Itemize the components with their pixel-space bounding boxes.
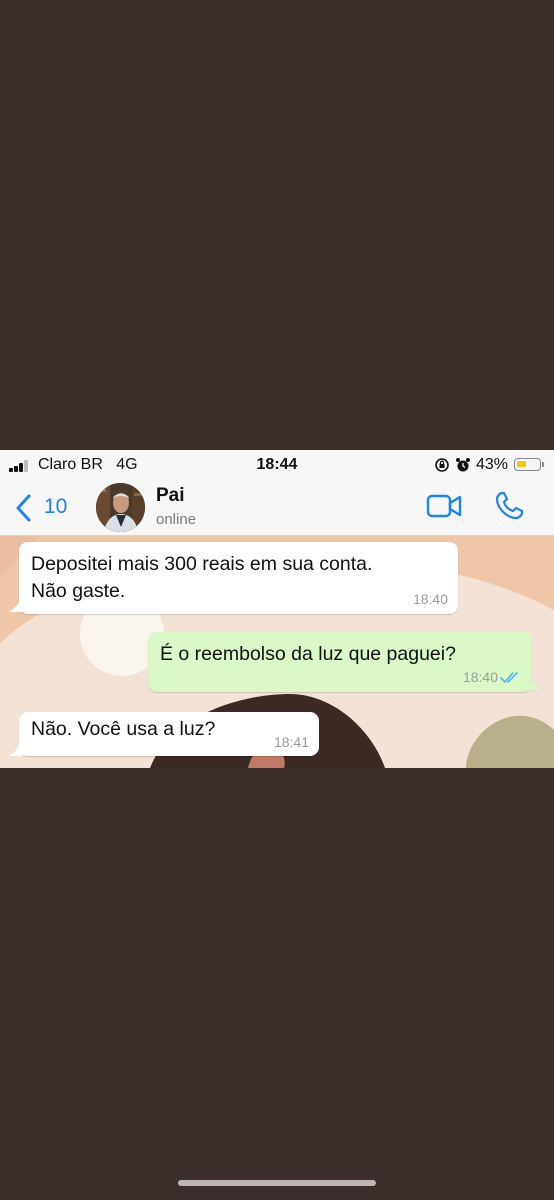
video-call-button[interactable]: [426, 494, 462, 523]
battery-icon: [514, 458, 544, 471]
bubble-tail: [9, 596, 23, 612]
video-call-icon: [426, 494, 462, 518]
battery-percent: 43%: [476, 456, 509, 473]
message-list[interactable]: Depositei mais 300 reais em sua conta. N…: [0, 536, 554, 768]
orientation-lock-icon: [434, 457, 450, 478]
home-indicator[interactable]: [178, 1180, 376, 1186]
back-button[interactable]: 10: [14, 490, 84, 526]
back-chevron-icon: [16, 494, 31, 522]
avatar[interactable]: [96, 483, 145, 532]
phone-call-icon: [495, 491, 524, 520]
message-text: É o reembolso da luz que paguei?: [160, 643, 456, 665]
contact-status: online: [156, 511, 197, 528]
battery-fill: [517, 461, 526, 467]
outgoing-message[interactable]: É o reembolso da luz que paguei? 18:40: [148, 632, 532, 692]
message-text: Não. Você usa a luz?: [31, 718, 216, 740]
chat-header: 10 Pai online: [0, 480, 554, 536]
status-bar: Claro BR 4G 18:44 43%: [0, 450, 554, 480]
message-time: 18:41: [273, 734, 309, 750]
read-double-check-icon: [500, 672, 518, 684]
screenshot-frame: Claro BR 4G 18:44 43% 10 Pai online Depo…: [0, 450, 554, 768]
alarm-icon: [455, 457, 471, 478]
message-text: Depositei mais 300 reais em sua conta. N…: [31, 553, 373, 602]
incoming-message[interactable]: Depositei mais 300 reais em sua conta. N…: [19, 542, 458, 614]
bubble-tail: [9, 740, 23, 756]
unread-count: 10: [44, 495, 68, 518]
phone-call-button[interactable]: [494, 491, 524, 526]
contact-name[interactable]: Pai: [156, 485, 185, 507]
message-time: 18:40: [462, 669, 498, 685]
bubble-tail: [528, 674, 542, 690]
incoming-message[interactable]: Não. Você usa a luz? 18:41: [19, 712, 319, 756]
message-time: 18:40: [412, 591, 448, 607]
